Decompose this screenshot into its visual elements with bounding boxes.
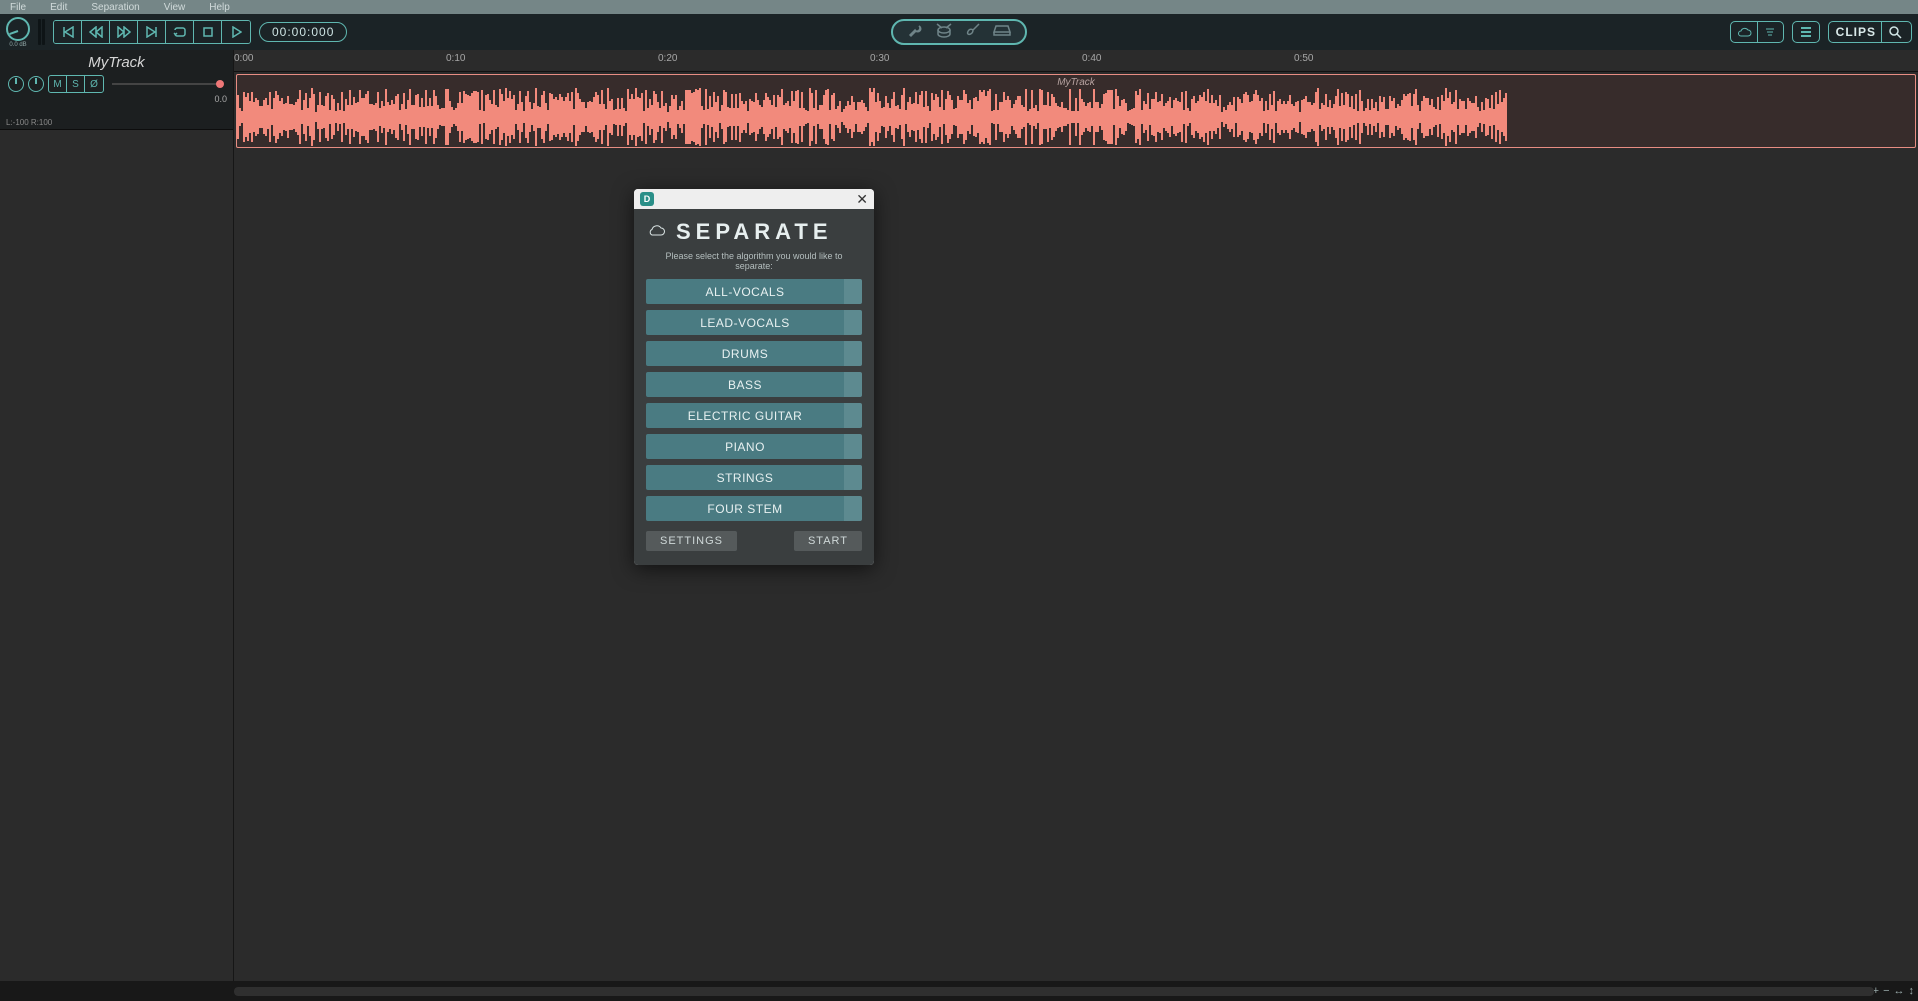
zoom-out-icon[interactable]: − — [1883, 985, 1889, 997]
algorithm-label: STRINGS — [646, 465, 844, 490]
filter-icon[interactable] — [1757, 22, 1783, 42]
algorithm-side[interactable] — [844, 465, 862, 490]
menu-file[interactable]: File — [10, 2, 26, 13]
time-ruler[interactable]: 0:00 0:10 0:20 0:30 0:40 0:50 — [234, 50, 1918, 72]
master-meter — [38, 19, 45, 45]
algorithm-side[interactable] — [844, 341, 862, 366]
dialog-titlebar[interactable]: D ✕ — [634, 189, 874, 209]
algorithm-piano[interactable]: PIANO — [646, 434, 862, 459]
algorithm-side[interactable] — [844, 403, 862, 428]
timecode-display[interactable]: 00:00:000 — [259, 22, 347, 42]
track-volume-value: 0.0 — [214, 94, 227, 104]
dialog-subtitle: Please select the algorithm you would li… — [646, 251, 862, 271]
algorithm-electric-guitar[interactable]: ELECTRIC GUITAR — [646, 403, 862, 428]
waveform — [237, 87, 1915, 147]
algorithm-strings[interactable]: STRINGS — [646, 465, 862, 490]
track-name: MyTrack — [8, 54, 225, 71]
track-knob-1[interactable] — [8, 76, 24, 92]
mute-button[interactable]: M — [49, 76, 67, 92]
go-to-end-button[interactable] — [138, 21, 166, 43]
dialog-title: SEPARATE — [676, 219, 833, 245]
track-pan-readout: L:-100 R:100 — [6, 118, 52, 127]
algorithm-label: DRUMS — [646, 341, 844, 366]
play-button[interactable] — [222, 21, 250, 43]
close-icon[interactable]: ✕ — [856, 192, 868, 206]
instrument-pill — [891, 19, 1027, 45]
algorithm-label: FOUR STEM — [646, 496, 844, 521]
track-volume-slider[interactable] — [112, 83, 221, 85]
master-gain-label: 0.0 dB — [9, 42, 26, 48]
menu-help[interactable]: Help — [209, 2, 230, 13]
algorithm-four-stem[interactable]: FOUR STEM — [646, 496, 862, 521]
algorithm-side[interactable] — [844, 279, 862, 304]
track-header[interactable]: MyTrack M S Ø 0.0 L:-100 R:100 — [0, 50, 233, 130]
algorithm-side[interactable] — [844, 434, 862, 459]
algorithm-side[interactable] — [844, 496, 862, 521]
menu-bar: File Edit Separation View Help — [0, 0, 1918, 14]
piano-icon[interactable] — [993, 22, 1011, 43]
menu-view[interactable]: View — [164, 2, 186, 13]
algorithm-drums[interactable]: DRUMS — [646, 341, 862, 366]
app-logo-icon: D — [640, 192, 654, 206]
search-icon[interactable] — [1881, 22, 1907, 42]
transport-controls — [53, 20, 251, 44]
algorithm-bass[interactable]: BASS — [646, 372, 862, 397]
audio-clip[interactable]: MyTrack — [236, 74, 1916, 148]
algorithm-lead-vocals[interactable]: LEAD-VOCALS — [646, 310, 862, 335]
cloud-icon[interactable] — [1731, 22, 1757, 42]
algorithm-label: BASS — [646, 372, 844, 397]
solo-button[interactable]: S — [67, 76, 85, 92]
cloud-group — [1730, 21, 1784, 43]
track-mso: M S Ø — [48, 75, 104, 93]
algorithm-side[interactable] — [844, 310, 862, 335]
ruler-tick: 0:40 — [1082, 53, 1101, 64]
separate-dialog: D ✕ SEPARATE Please select the algorithm… — [634, 189, 874, 565]
cloud-icon — [646, 222, 666, 243]
fit-height-icon[interactable]: ↕ — [1909, 985, 1915, 997]
track-knob-2[interactable] — [28, 76, 44, 92]
fast-forward-button[interactable] — [110, 21, 138, 43]
rewind-button[interactable] — [82, 21, 110, 43]
menu-separation[interactable]: Separation — [91, 2, 139, 13]
algorithm-label: LEAD-VOCALS — [646, 310, 844, 335]
algorithm-side[interactable] — [844, 372, 862, 397]
clips-label[interactable]: CLIPS — [1833, 25, 1879, 39]
master-gain-knob[interactable] — [6, 17, 30, 41]
ruler-tick: 0:30 — [870, 53, 889, 64]
fit-width-icon[interactable]: ↔ — [1894, 985, 1905, 997]
ruler-tick: 0:00 — [234, 53, 253, 64]
mic-icon[interactable] — [907, 22, 923, 43]
algorithm-label: PIANO — [646, 434, 844, 459]
ruler-tick: 0:10 — [446, 53, 465, 64]
ruler-tick: 0:50 — [1294, 53, 1313, 64]
phase-button[interactable]: Ø — [85, 76, 103, 92]
algorithm-all-vocals[interactable]: ALL-VOCALS — [646, 279, 862, 304]
go-to-start-button[interactable] — [54, 21, 82, 43]
menu-icon[interactable] — [1793, 22, 1819, 42]
workspace: MyTrack M S Ø 0.0 L:-100 R:100 0:000:100… — [0, 50, 1918, 981]
algorithm-label: ALL-VOCALS — [646, 279, 844, 304]
start-button[interactable]: START — [794, 531, 862, 551]
ruler-tick: 0:20 — [658, 53, 677, 64]
loop-button[interactable] — [166, 21, 194, 43]
guitar-icon[interactable] — [965, 22, 981, 43]
drums-icon[interactable] — [935, 22, 953, 43]
algorithm-label: ELECTRIC GUITAR — [646, 403, 844, 428]
horizontal-scrollbar[interactable] — [234, 987, 1874, 996]
stop-button[interactable] — [194, 21, 222, 43]
bottom-bar: + − ↔ ↕ — [0, 981, 1918, 1001]
menu-edit[interactable]: Edit — [50, 2, 67, 13]
track-panel: MyTrack M S Ø 0.0 L:-100 R:100 — [0, 50, 234, 981]
toolbar: 0.0 dB 00:00:000 CLIPS — [0, 14, 1918, 50]
settings-button[interactable]: SETTINGS — [646, 531, 737, 551]
timeline-area: 0:00 0:10 0:20 0:30 0:40 0:50 MyTrack — [234, 50, 1918, 981]
